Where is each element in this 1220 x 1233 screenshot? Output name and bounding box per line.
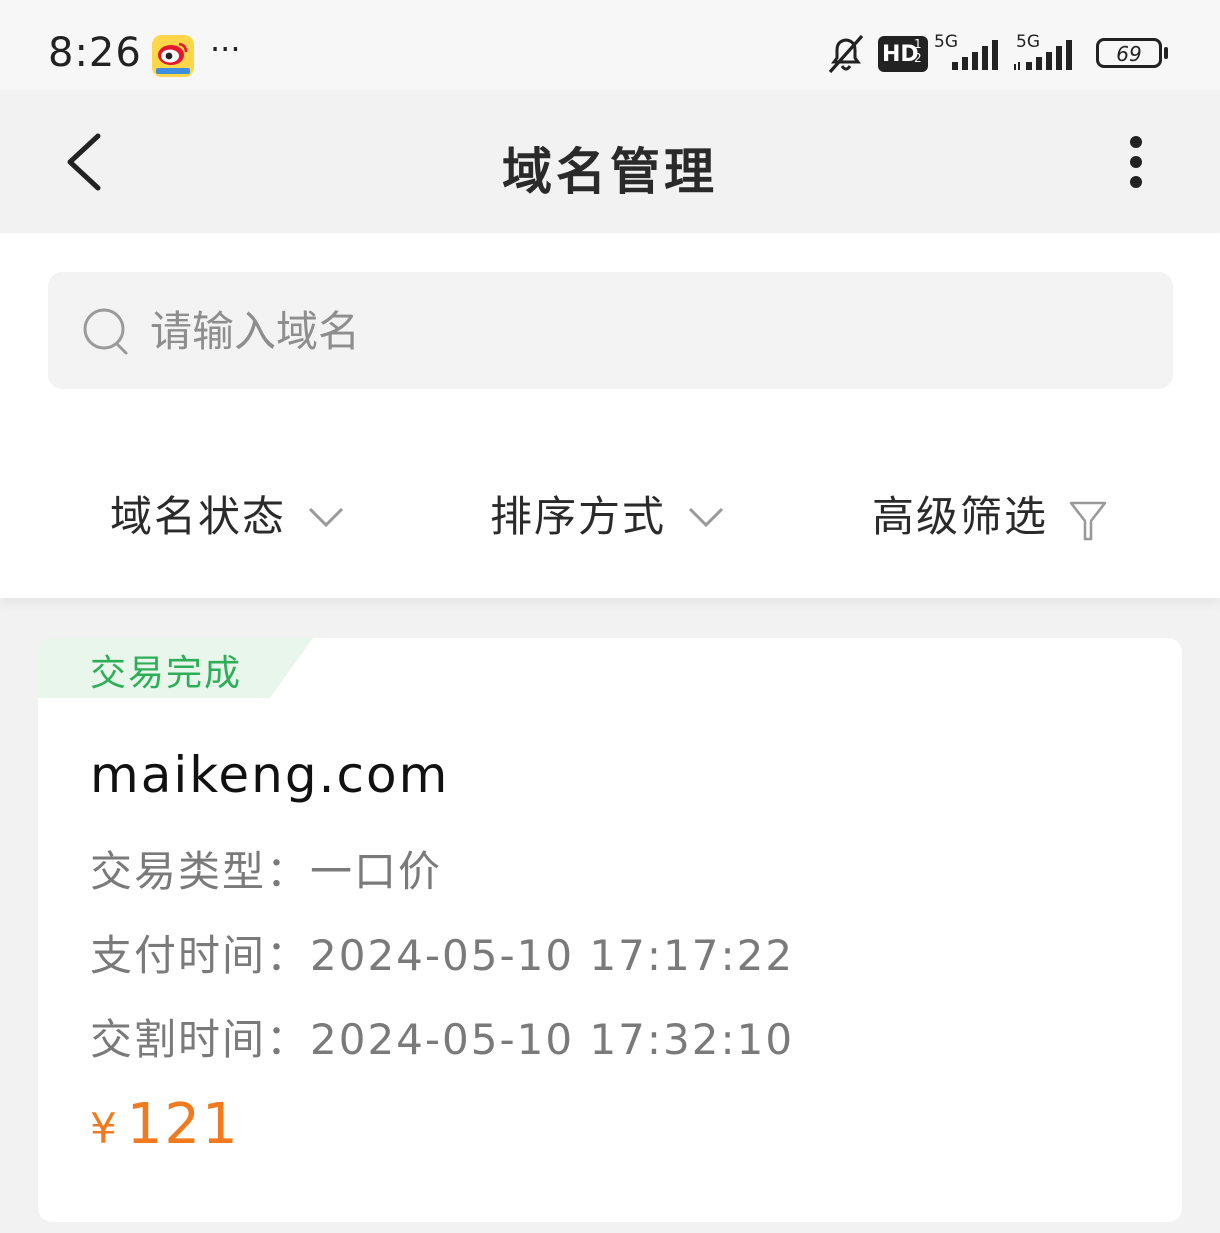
more-vertical-icon	[1130, 136, 1142, 188]
delivery-time-row: 交割时间：2024-05-10 17:32:10	[90, 1006, 794, 1067]
battery-icon: 69	[1096, 38, 1162, 68]
status-bar: 8:26 ··· HD 12 5G 5G 69	[0, 0, 1220, 90]
status-time: 8:26	[48, 30, 142, 76]
filter-sort-order[interactable]: 排序方式	[490, 483, 724, 543]
filter-icon	[1069, 501, 1107, 541]
trade-type-row: 交易类型：一口价	[90, 838, 442, 899]
currency-symbol: ¥	[90, 1104, 119, 1153]
pay-time-row: 支付时间：2024-05-10 17:17:22	[90, 922, 794, 983]
search-box[interactable]	[48, 272, 1173, 389]
domain-card[interactable]: 交易完成 maikeng.com 交易类型：一口价 支付时间：2024-05-1…	[38, 638, 1182, 1222]
status-badge: 交易完成	[90, 653, 243, 694]
filter-domain-status[interactable]: 域名状态	[110, 483, 344, 543]
title-bar: 域名管理	[0, 90, 1220, 233]
chevron-down-icon	[308, 507, 344, 528]
delivery-time-value: 2024-05-10 17:32:10	[310, 1015, 795, 1064]
search-icon	[83, 308, 128, 355]
filter-label: 域名状态	[110, 492, 287, 541]
pay-time-label: 支付时间：	[90, 931, 311, 980]
domain-name: maikeng.com	[90, 746, 450, 804]
filter-panel: 域名状态 排序方式 高级筛选	[0, 233, 1220, 598]
more-menu-button[interactable]	[1118, 132, 1154, 196]
filter-label: 排序方式	[490, 492, 667, 541]
hd-icon: HD 12	[878, 36, 928, 72]
search-input[interactable]	[148, 302, 1052, 360]
notification-more-icon: ···	[210, 30, 241, 68]
hd-sub: 12	[914, 37, 922, 65]
battery-tip	[1164, 47, 1168, 59]
chevron-down-icon	[688, 507, 724, 528]
price: ¥121	[90, 1092, 240, 1157]
signal-icon	[952, 40, 998, 70]
bell-off-icon	[828, 34, 864, 74]
page-title: 域名管理	[502, 143, 718, 201]
trade-type-label: 交易类型：	[90, 847, 311, 896]
filter-label: 高级筛选	[872, 492, 1049, 541]
price-value: 121	[126, 1092, 240, 1157]
trade-type-value: 一口价	[310, 847, 443, 896]
battery-level: 69	[1116, 42, 1142, 66]
weibo-app-icon	[152, 35, 194, 77]
status-icons: HD 12 5G 5G 69	[824, 32, 1184, 76]
pay-time-value: 2024-05-10 17:17:22	[310, 931, 795, 980]
signal-icon-2	[1014, 40, 1072, 70]
delivery-time-label: 交割时间：	[90, 1015, 311, 1064]
filter-advanced[interactable]: 高级筛选	[872, 483, 1107, 543]
